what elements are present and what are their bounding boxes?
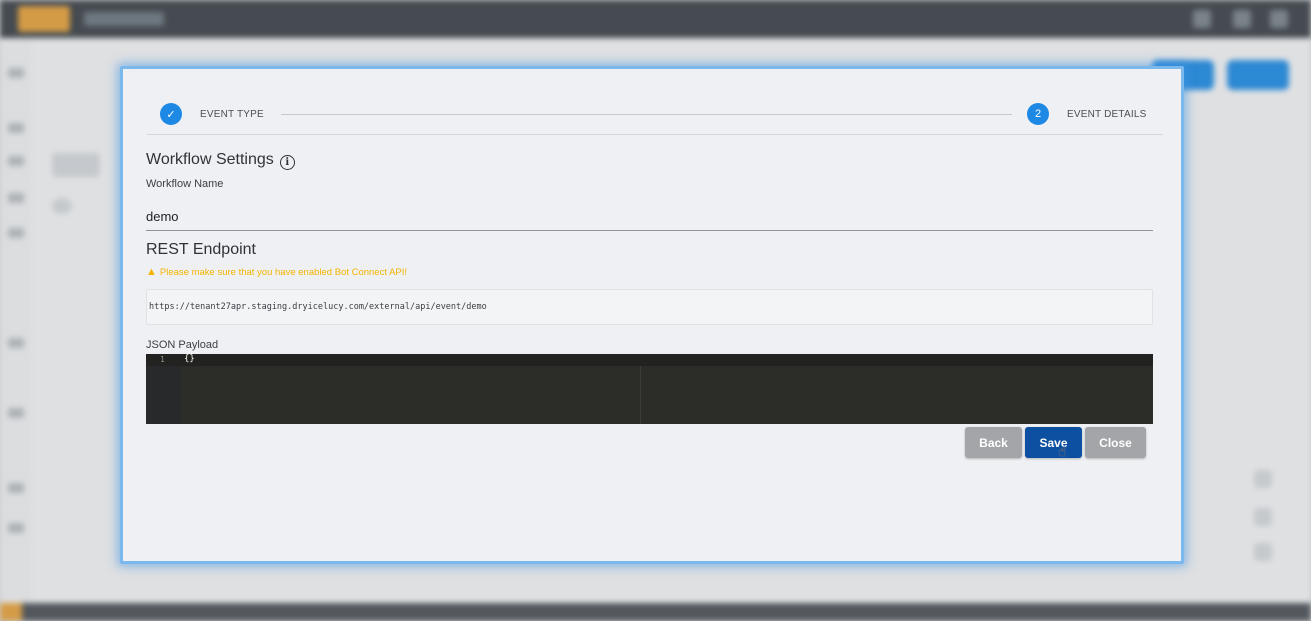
json-payload-editor[interactable]: 1 {} [146, 354, 1153, 424]
warning-icon: ▲ [146, 266, 157, 278]
save-button[interactable]: Save [1025, 427, 1082, 458]
stepper: ✓ EVENT TYPE 2 EVENT DETAILS [147, 69, 1163, 135]
close-button[interactable]: Close [1085, 427, 1146, 458]
step-number-badge: 2 [1027, 103, 1049, 125]
step-event-type[interactable]: EVENT TYPE [200, 109, 264, 120]
editor-line-number: 1 [160, 355, 165, 364]
editor-active-line [146, 354, 1153, 366]
bot-connect-warning: ▲ Please make sure that you have enabled… [146, 266, 407, 278]
warning-text: Please make sure that you have enabled B… [159, 266, 408, 278]
rest-endpoint-title: REST Endpoint [146, 241, 256, 258]
endpoint-url-field[interactable]: https://tenant27apr.staging.dryicelucy.c… [146, 289, 1153, 325]
back-button[interactable]: Back [965, 427, 1022, 458]
stepper-connector [281, 114, 1012, 115]
step-event-details: EVENT DETAILS [1067, 109, 1147, 120]
editor-print-margin [640, 366, 641, 424]
check-icon: ✓ [160, 103, 182, 125]
json-payload-label: JSON Payload [146, 339, 219, 351]
info-icon[interactable]: i [279, 155, 295, 170]
event-details-modal: ✓ EVENT TYPE 2 EVENT DETAILS Workflow Se… [120, 66, 1184, 564]
editor-code[interactable]: {} [184, 354, 195, 364]
hand-cursor-icon: ☝ [1058, 443, 1067, 459]
workflow-name-label: Workflow Name [146, 178, 224, 190]
workflow-settings-title: Workflow Settings [146, 151, 274, 168]
workflow-name-input[interactable] [146, 197, 1153, 231]
workflow-settings-heading: Workflow Settings i [146, 151, 295, 170]
